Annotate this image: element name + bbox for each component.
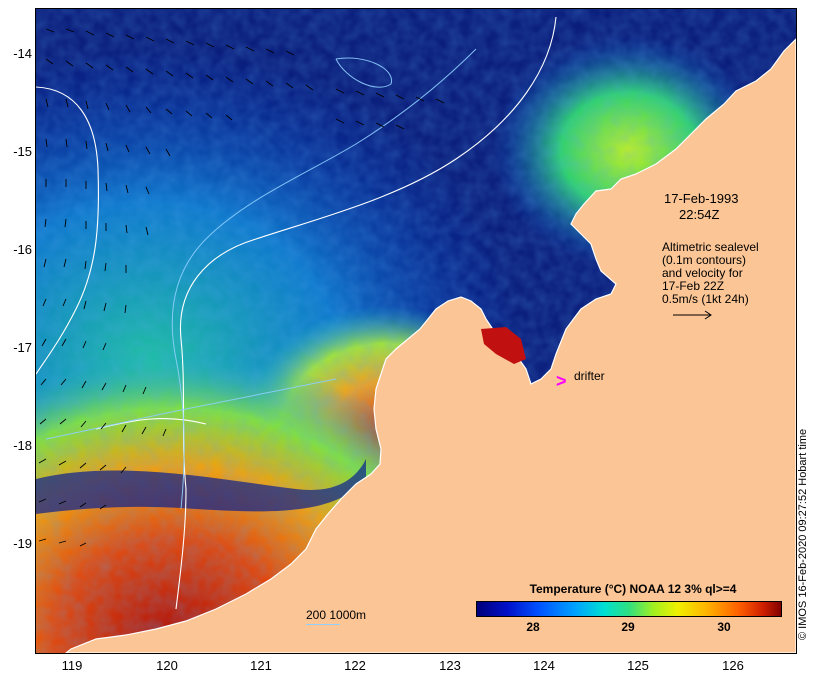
colorbar-title: Temperature (°C) NOAA 12 3% ql>=4 xyxy=(529,582,737,596)
lon-label-122: 122 xyxy=(344,658,366,673)
credit-text: © IMOS 16-Feb-2020 09:27:52 Hobart time xyxy=(797,428,809,640)
lat-label-17: -17 xyxy=(13,340,32,355)
timestamp-date: 17-Feb-1993 xyxy=(664,191,739,206)
lat-label-18: -18 xyxy=(13,438,32,453)
lon-label-121: 121 xyxy=(250,658,272,673)
contour-key-line xyxy=(306,624,340,625)
temperature-colorbar xyxy=(476,601,782,617)
contour-key-label: 200 1000m xyxy=(306,608,367,622)
lat-label-19: -19 xyxy=(13,536,32,551)
lat-label-14: -14 xyxy=(13,46,32,61)
colorbar-tick-30: 30 xyxy=(717,620,731,634)
legend-line-5: 0.5m/s (1kt 24h) xyxy=(662,292,749,306)
sst-map[interactable]: > xyxy=(35,8,797,654)
lon-label-119: 119 xyxy=(61,658,83,673)
timestamp-time: 22:54Z xyxy=(679,207,720,222)
lat-label-15: -15 xyxy=(13,144,32,159)
sst-map-canvas: > xyxy=(36,9,796,653)
lon-label-124: 124 xyxy=(533,658,555,673)
lat-label-16: -16 xyxy=(13,242,32,257)
colorbar-tick-28: 28 xyxy=(526,620,540,634)
drifter-marker: > xyxy=(556,371,567,391)
lon-label-123: 123 xyxy=(439,658,461,673)
colorbar-tick-29: 29 xyxy=(621,620,635,634)
drifter-label: drifter xyxy=(574,369,605,383)
lon-label-120: 120 xyxy=(156,658,178,673)
lon-label-125: 125 xyxy=(627,658,649,673)
lon-label-126: 126 xyxy=(722,658,744,673)
